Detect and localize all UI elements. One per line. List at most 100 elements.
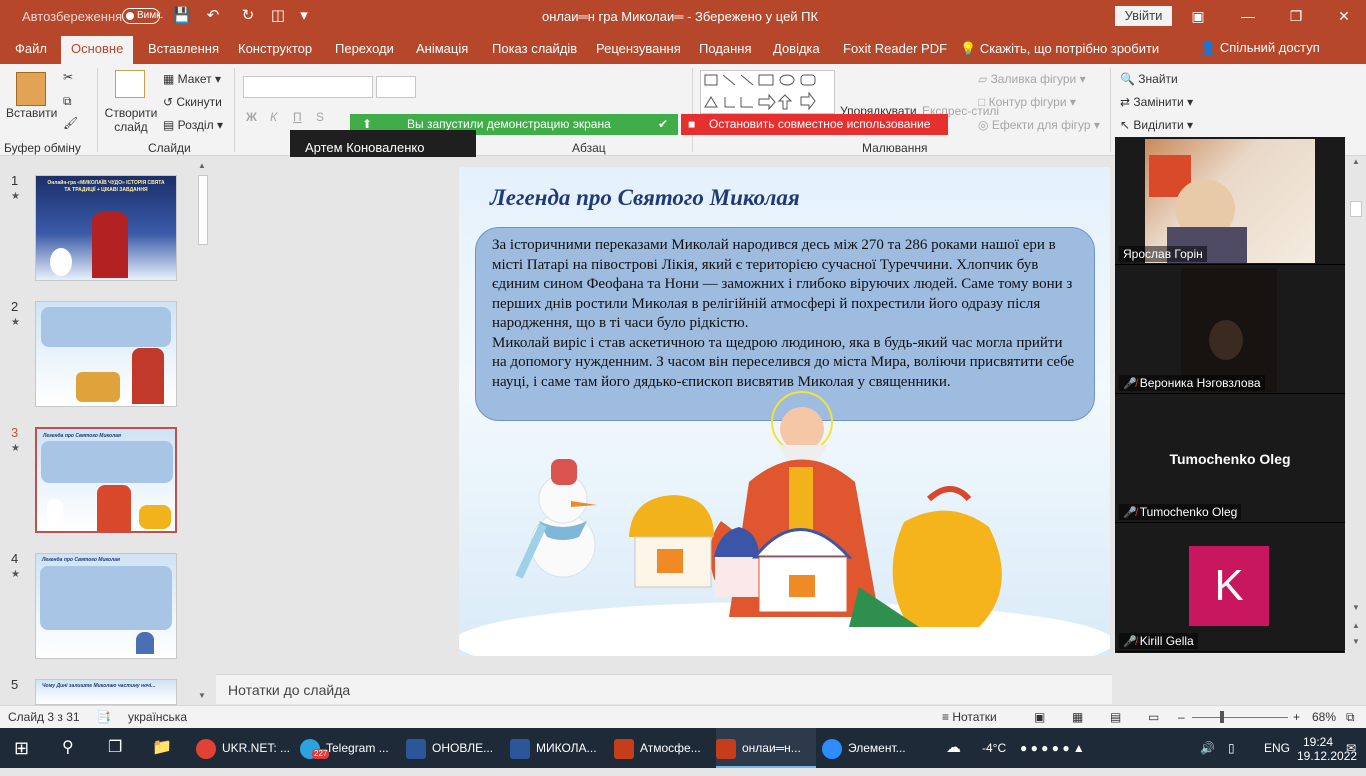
tab-foxit[interactable]: Foxit Reader PDF bbox=[841, 36, 949, 64]
tab-slideshow[interactable]: Показ слайдів bbox=[490, 36, 579, 64]
tab-file[interactable]: Файл bbox=[13, 36, 49, 64]
paste-button[interactable]: Вставити bbox=[6, 106, 57, 120]
tab-animations[interactable]: Анімація bbox=[414, 36, 470, 64]
minimize-button[interactable]: — bbox=[1233, 4, 1263, 28]
animation-star-icon: ★ bbox=[11, 443, 20, 454]
select-button[interactable]: ↖ Виділити ▾ bbox=[1120, 118, 1193, 132]
word-icon bbox=[510, 738, 530, 759]
new-slide-icon[interactable] bbox=[115, 70, 145, 98]
notifications-icon[interactable]: ✉ bbox=[1346, 728, 1356, 768]
tab-insert[interactable]: Вставлення bbox=[146, 36, 221, 64]
taskbar-word-1[interactable]: ОНОВЛЕ... bbox=[406, 728, 506, 768]
tab-home[interactable]: Основне bbox=[61, 36, 134, 64]
customize-qat-icon[interactable]: ▾ bbox=[294, 6, 314, 26]
taskbar-chrome[interactable]: UKR.NET: ... bbox=[196, 728, 296, 768]
bold-icon[interactable]: Ж bbox=[246, 110, 257, 124]
input-language[interactable]: ENG bbox=[1264, 728, 1290, 768]
tell-me-search[interactable]: 💡 Скажіть, що потрібно зробити bbox=[958, 36, 1161, 64]
tab-help[interactable]: Довідка bbox=[771, 36, 822, 64]
weather-icon[interactable]: ☁ bbox=[946, 728, 961, 768]
slide-thumbnail-5[interactable]: Чому Дині залиште Миколаю частину ночі..… bbox=[35, 679, 177, 705]
weather-temperature[interactable]: -4°C bbox=[982, 728, 1006, 768]
shape-outline-button[interactable]: □ Контур фігури ▾ bbox=[978, 95, 1076, 109]
ribbon-display-icon[interactable]: ▣ bbox=[1183, 4, 1213, 28]
slides-group-label: Слайди bbox=[148, 141, 191, 155]
zoom-out-icon[interactable]: – bbox=[1178, 710, 1185, 724]
fit-to-window-icon[interactable]: ⧉ bbox=[1346, 710, 1355, 725]
strikethrough-icon[interactable]: S bbox=[316, 110, 324, 124]
layout-button[interactable]: ▦ Макет ▾ bbox=[163, 72, 221, 86]
restore-button[interactable]: ❐ bbox=[1281, 4, 1311, 28]
tab-transitions[interactable]: Переходи bbox=[333, 36, 396, 64]
slide-title[interactable]: Легенда про Святого Миколая bbox=[490, 185, 800, 211]
taskbar-telegram[interactable]: Telegram ... 227 bbox=[300, 728, 400, 768]
slideshow-view-icon[interactable]: ▭ bbox=[1148, 710, 1159, 724]
slide-thumbnail-3[interactable]: Легенда про Святого Миколая bbox=[35, 427, 177, 533]
autosave-toggle[interactable]: Вимк. bbox=[122, 8, 163, 24]
start-button[interactable]: ⊞ bbox=[14, 728, 29, 768]
shape-effects-button[interactable]: ◎ Ефекти для фігур ▾ bbox=[978, 118, 1100, 132]
lightbulb-icon: 💡 bbox=[960, 41, 977, 56]
reading-view-icon[interactable]: ▤ bbox=[1110, 710, 1121, 724]
italic-icon[interactable]: К bbox=[270, 110, 277, 124]
shield-icon: ✔ bbox=[658, 117, 669, 131]
slide-sorter-icon[interactable]: ▦ bbox=[1072, 710, 1083, 724]
tab-design[interactable]: Конструктор bbox=[236, 36, 314, 64]
save-icon[interactable]: 💾 bbox=[172, 6, 192, 26]
present-icon[interactable]: ◫ bbox=[268, 6, 288, 26]
slide-thumbnail-2[interactable] bbox=[35, 301, 177, 407]
chrome-icon bbox=[196, 738, 216, 759]
slide-position: Слайд 3 з 31 bbox=[8, 710, 80, 724]
taskbar-zoom[interactable]: Элемент... bbox=[822, 728, 922, 768]
copy-icon[interactable]: ⧉ bbox=[63, 94, 72, 109]
thumbnails-scrollbar[interactable]: ▲ ▼ bbox=[196, 157, 212, 705]
drawing-group-label: Малювання bbox=[862, 141, 928, 155]
file-explorer-icon[interactable]: 📁 bbox=[152, 728, 172, 768]
spellcheck-icon[interactable]: 📑 bbox=[96, 710, 111, 724]
tray-icons[interactable]: ● ● ● ● ● ▲ bbox=[1020, 728, 1085, 768]
zoom-slider-thumb[interactable] bbox=[1220, 711, 1224, 723]
task-view-icon[interactable]: ❐ bbox=[108, 728, 122, 768]
participant-tile[interactable]: K 🎤̸ Kirill Gella bbox=[1115, 524, 1345, 652]
reset-button[interactable]: ↺ Скинути bbox=[163, 95, 222, 109]
stop-sharing-button[interactable]: ◼ Остановить совместное использование bbox=[681, 114, 948, 135]
shape-fill-button[interactable]: ▱ Заливка фігури ▾ bbox=[978, 72, 1086, 86]
slide-thumbnail-1[interactable]: Онлайн-гра «МИКОЛАЇВ ЧУДО» ІСТОРІЯ СВЯТА… bbox=[35, 175, 177, 281]
participant-tile[interactable]: Ярослав Горін bbox=[1115, 137, 1345, 265]
taskbar-powerpoint-1[interactable]: Атмосфе... bbox=[614, 728, 714, 768]
normal-view-icon[interactable]: ▣ bbox=[1034, 710, 1045, 724]
participant-tile[interactable]: Tumochenko Oleg 🎤̸ Tumochenko Oleg bbox=[1115, 395, 1345, 523]
replace-button[interactable]: ⇄ Замінити ▾ bbox=[1120, 95, 1193, 109]
format-painter-icon[interactable]: 🖌 bbox=[63, 116, 78, 130]
shapes-gallery[interactable] bbox=[700, 70, 835, 114]
tab-review[interactable]: Рецензування bbox=[594, 36, 683, 64]
slide-scrollbar[interactable]: ▲ ▼ ▲ ▼ bbox=[1348, 157, 1366, 705]
network-icon[interactable]: ▯ bbox=[1228, 728, 1235, 768]
close-button[interactable]: ✕ bbox=[1329, 4, 1359, 28]
language-indicator[interactable]: українська bbox=[128, 710, 187, 724]
redo-icon[interactable]: ↻ bbox=[238, 6, 258, 26]
paste-icon[interactable] bbox=[16, 72, 46, 106]
share-button[interactable]: 👤 Спільний доступ bbox=[1200, 40, 1320, 56]
font-name-input[interactable] bbox=[243, 76, 373, 98]
new-slide-button[interactable]: Створити слайд bbox=[104, 106, 158, 134]
speaker-icon[interactable]: 🔊 bbox=[1200, 728, 1215, 768]
sign-in-button[interactable]: Увійти bbox=[1115, 6, 1172, 26]
notes-toggle[interactable]: ≡ Нотатки bbox=[942, 710, 997, 724]
cut-icon[interactable]: ✂ bbox=[63, 70, 73, 84]
current-slide[interactable]: Легенда про Святого Миколая За історични… bbox=[459, 167, 1110, 656]
notes-pane[interactable]: Нотатки до слайда bbox=[216, 674, 1112, 704]
taskbar-powerpoint-2[interactable]: онлаи═н... bbox=[716, 728, 816, 768]
section-button[interactable]: ▤ Розділ ▾ bbox=[163, 118, 223, 132]
underline-icon[interactable]: П bbox=[293, 110, 302, 124]
zoom-in-icon[interactable]: + bbox=[1293, 710, 1300, 724]
font-size-input[interactable] bbox=[376, 76, 416, 98]
undo-icon[interactable]: ↶ bbox=[203, 6, 223, 26]
tab-view[interactable]: Подання bbox=[697, 36, 754, 64]
slide-thumbnail-4[interactable]: Легенда про Святого Миколая bbox=[35, 553, 177, 659]
zoom-slider[interactable] bbox=[1192, 717, 1288, 718]
search-icon[interactable]: ⚲ bbox=[62, 728, 74, 768]
taskbar-word-2[interactable]: МИКОЛА... bbox=[510, 728, 610, 768]
find-button[interactable]: 🔍 Знайти bbox=[1120, 72, 1178, 86]
participant-tile[interactable]: 🎤̸ Вероника Нэговзлова bbox=[1115, 266, 1345, 394]
